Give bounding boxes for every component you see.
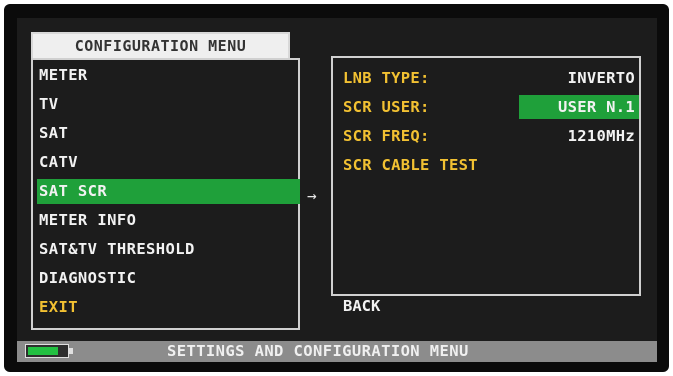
scr-user-row[interactable]: SCR USER: USER N.1 [343,95,639,119]
scr-cable-test-row[interactable]: SCR CABLE TEST [343,153,639,177]
battery-icon [25,344,73,358]
scr-user-value[interactable]: USER N.1 [519,95,639,119]
menu-item-catv[interactable]: CATV [37,150,300,175]
scr-freq-row[interactable]: SCR FREQ: 1210MHz [343,124,639,148]
scr-cable-test-label: SCR CABLE TEST [343,156,478,174]
lnb-type-value: INVERTO [567,69,635,87]
menu-item-meter-info[interactable]: METER INFO [37,208,300,233]
status-bar: SETTINGS AND CONFIGURATION MENU [17,341,657,362]
status-title: SETTINGS AND CONFIGURATION MENU [167,342,469,360]
lnb-type-row[interactable]: LNB TYPE: INVERTO [343,66,639,90]
menu-item-sat-scr[interactable]: SAT SCR [37,179,300,204]
submenu-arrow-icon: → [307,186,317,205]
back-button[interactable]: BACK [343,294,380,318]
configuration-menu: METER TV SAT CATV SAT SCR METER INFO SAT… [31,58,300,330]
scr-freq-label: SCR FREQ: [343,127,430,145]
menu-item-meter[interactable]: METER [37,63,300,88]
scr-freq-value: 1210MHz [567,127,635,145]
menu-item-exit[interactable]: EXIT [37,295,300,320]
sat-scr-panel: LNB TYPE: INVERTO SCR USER: USER N.1 SCR… [331,56,641,315]
menu-title: CONFIGURATION MENU [31,32,290,60]
menu-item-tv[interactable]: TV [37,92,300,117]
battery-tip [69,348,73,354]
menu-item-sat-tv-threshold[interactable]: SAT&TV THRESHOLD [37,237,300,262]
lnb-type-label: LNB TYPE: [343,69,430,87]
menu-item-diagnostic[interactable]: DIAGNOSTIC [37,266,300,291]
device-screen: CONFIGURATION MENU METER TV SAT CATV SAT… [17,18,657,362]
battery-level-fill [28,347,58,355]
menu-item-sat[interactable]: SAT [37,121,300,146]
scr-user-label: SCR USER: [343,98,430,116]
